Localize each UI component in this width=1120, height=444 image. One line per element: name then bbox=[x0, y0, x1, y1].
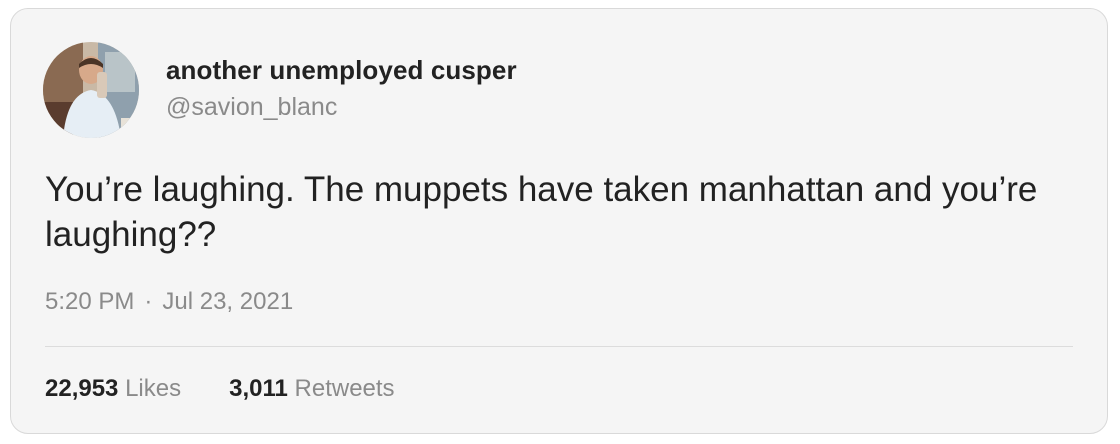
tweet-time: 5:20 PM bbox=[45, 288, 135, 315]
divider bbox=[45, 346, 1073, 347]
likes-label: Likes bbox=[125, 375, 182, 402]
author-display-name[interactable]: another unemployed cusper bbox=[166, 55, 517, 86]
tweet-card: another unemployed cusper @savion_blanc … bbox=[10, 8, 1108, 434]
retweets-stat[interactable]: 3,011 Retweets bbox=[229, 375, 394, 403]
timestamp-separator: · bbox=[144, 288, 153, 315]
retweets-count: 3,011 bbox=[229, 375, 288, 402]
tweet-timestamp[interactable]: 5:20 PM · Jul 23, 2021 bbox=[45, 288, 293, 316]
likes-count: 22,953 bbox=[45, 375, 119, 402]
avatar[interactable] bbox=[43, 42, 139, 138]
tweet-date: Jul 23, 2021 bbox=[162, 288, 294, 315]
tweet-text: You’re laughing. The muppets have taken … bbox=[45, 170, 1038, 254]
tweet-stats: 22,953 Likes 3,011 Retweets bbox=[45, 375, 395, 403]
likes-stat[interactable]: 22,953 Likes bbox=[45, 375, 181, 403]
retweets-label: Retweets bbox=[294, 375, 395, 402]
profile-photo-icon bbox=[43, 42, 139, 138]
author-handle[interactable]: @savion_blanc bbox=[166, 93, 337, 122]
